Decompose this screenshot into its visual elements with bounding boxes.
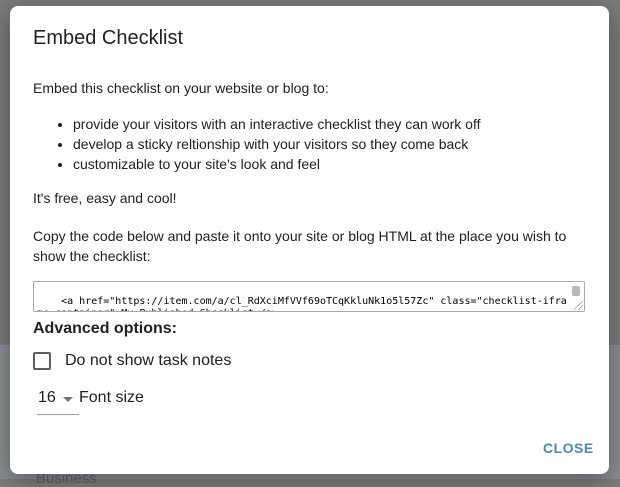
dropdown-arrow-icon <box>63 397 73 402</box>
close-button[interactable]: CLOSE <box>537 436 600 460</box>
dialog-title: Embed Checklist <box>33 27 184 49</box>
hide-notes-checkbox[interactable] <box>33 352 51 370</box>
intro-text: Embed this checklist on your website or … <box>33 80 329 96</box>
hide-notes-label: Do not show task notes <box>65 352 232 369</box>
list-item: provide your visitors with an interactiv… <box>73 114 480 134</box>
free-text: It's free, easy and cool! <box>33 190 177 206</box>
copy-instruction: Copy the code below and paste it onto yo… <box>33 228 567 264</box>
textarea-scrollbar[interactable] <box>572 286 580 296</box>
advanced-options-heading: Advanced options: <box>33 320 178 337</box>
embed-code-textarea[interactable]: <a href="https://item.com/a/cl_RdXciMfVV… <box>33 281 585 312</box>
font-size-select[interactable]: 16 <box>37 386 79 415</box>
font-size-value: 16 <box>38 389 56 406</box>
hide-notes-option[interactable]: Do not show task notes <box>33 350 231 372</box>
list-item: customizable to your site's look and fee… <box>73 154 480 174</box>
font-size-label: Font size <box>79 389 144 406</box>
list-item: develop a sticky reltionship with your v… <box>73 134 480 154</box>
resize-handle[interactable] <box>574 301 583 310</box>
embed-checklist-dialog: Embed Checklist Embed this checklist on … <box>10 6 609 474</box>
embed-code-text: <a href="https://item.com/a/cl_RdXciMfVV… <box>37 296 567 311</box>
benefits-list: provide your visitors with an interactiv… <box>33 114 480 174</box>
